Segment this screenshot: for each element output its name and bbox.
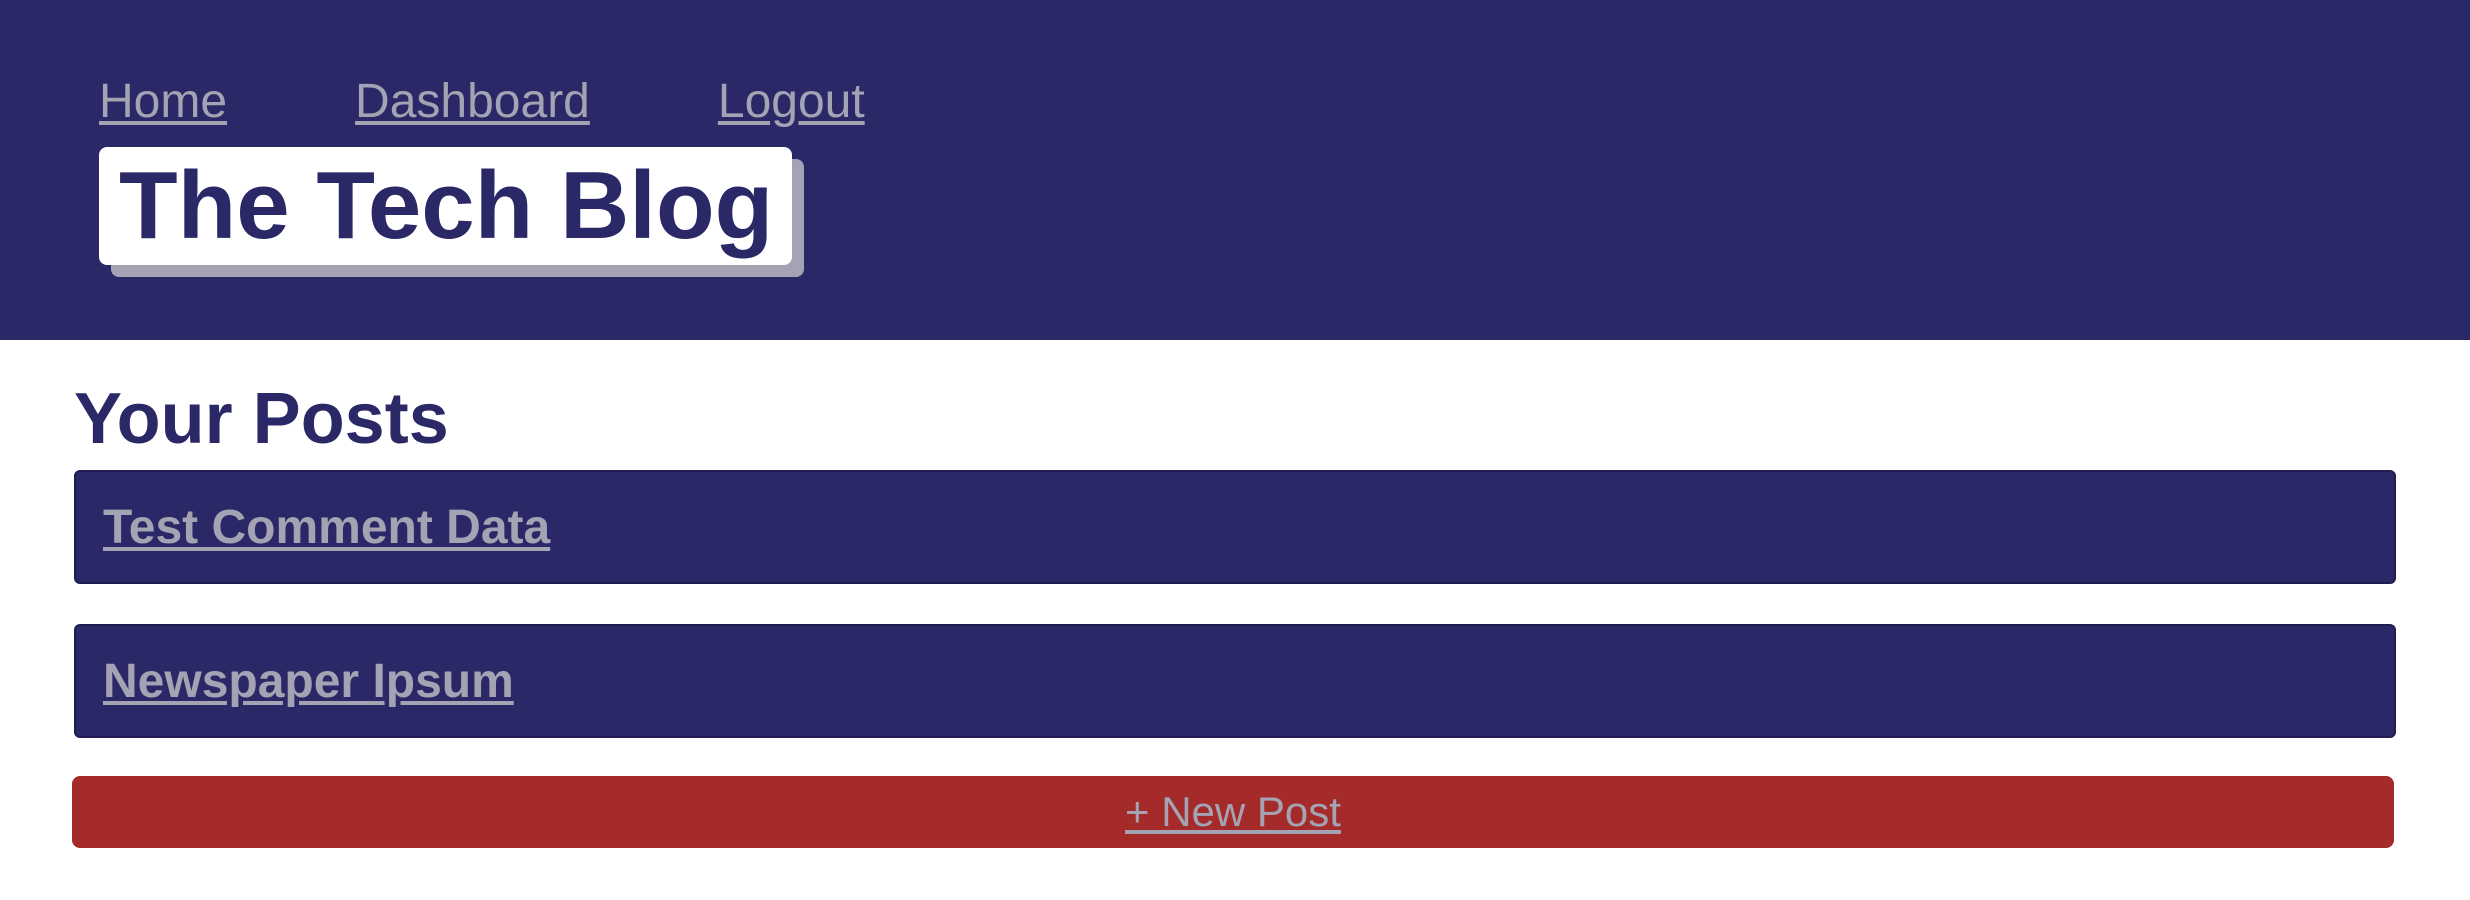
main-nav: Home Dashboard Logout — [99, 75, 865, 129]
brand-card: The Tech Blog — [99, 147, 792, 265]
site-header: Home Dashboard Logout The Tech Blog — [0, 0, 2470, 340]
your-posts-heading: Your Posts — [74, 379, 449, 459]
brand-container: The Tech Blog — [99, 147, 804, 277]
new-post-button[interactable]: + New Post — [72, 776, 2394, 848]
site-title: The Tech Blog — [119, 152, 774, 259]
nav-dashboard-link[interactable]: Dashboard — [355, 75, 590, 129]
post-card: Test Comment Data — [74, 470, 2396, 584]
new-post-label: + New Post — [1125, 788, 1341, 835]
nav-home-link[interactable]: Home — [99, 75, 227, 129]
nav-logout-link[interactable]: Logout — [718, 75, 865, 129]
post-card: Newspaper Ipsum — [74, 624, 2396, 738]
post-title-link[interactable]: Newspaper Ipsum — [103, 654, 514, 709]
post-title-link[interactable]: Test Comment Data — [103, 500, 550, 555]
